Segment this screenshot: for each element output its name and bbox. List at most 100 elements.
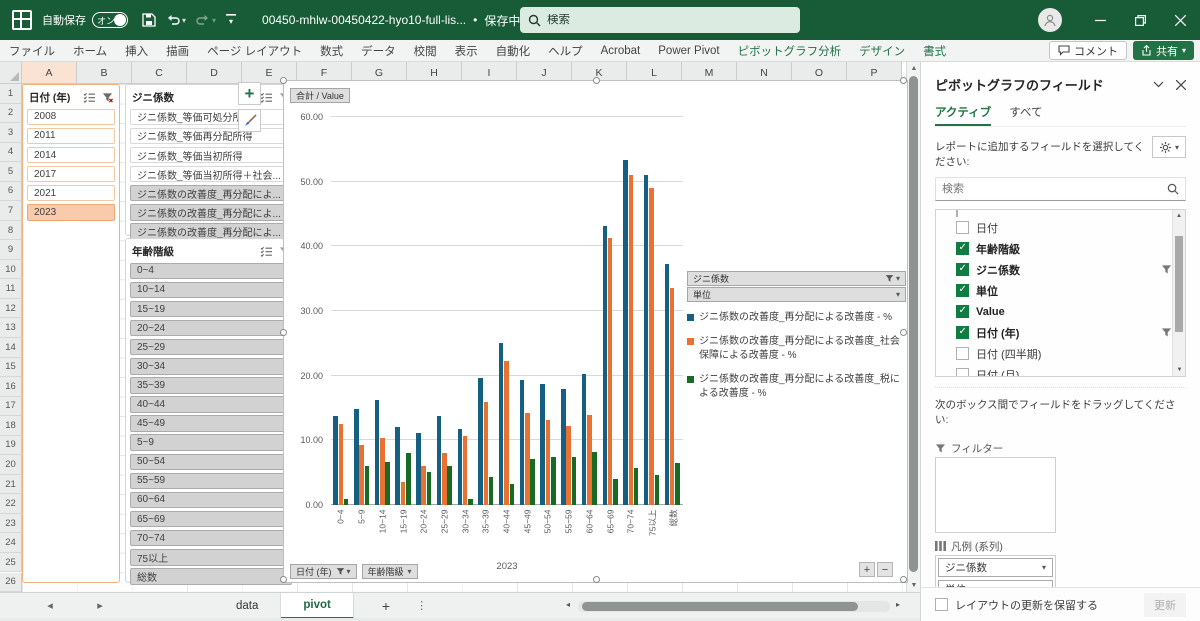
- row-header-18[interactable]: 18: [0, 416, 22, 436]
- chart-selection-handle[interactable]: [900, 576, 907, 583]
- excel-app-icon[interactable]: [12, 10, 32, 30]
- row-header-17[interactable]: 17: [0, 397, 22, 417]
- ribbon-tab-10[interactable]: ヘルプ: [539, 40, 592, 61]
- bar[interactable]: [629, 175, 634, 505]
- field-item[interactable]: Value: [942, 301, 1172, 322]
- row-header-13[interactable]: 13: [0, 318, 22, 338]
- tabbar-resize-handle[interactable]: ⋮: [416, 599, 428, 612]
- chart-selection-handle[interactable]: [593, 77, 600, 84]
- bar[interactable]: [504, 361, 509, 505]
- row-header-10[interactable]: 10: [0, 260, 22, 280]
- bar[interactable]: [359, 445, 364, 505]
- undo-button[interactable]: ▾: [166, 14, 186, 26]
- row-header-20[interactable]: 20: [0, 455, 22, 475]
- document-title[interactable]: 00450-mhlw-00450422-hyo10-full-lis... • …: [262, 12, 544, 29]
- bar[interactable]: [613, 479, 618, 506]
- row-header-14[interactable]: 14: [0, 338, 22, 358]
- chart-elements-button[interactable]: +: [238, 82, 261, 105]
- chart-selection-handle[interactable]: [280, 329, 287, 336]
- bar[interactable]: [561, 389, 566, 505]
- select-all-corner[interactable]: [0, 62, 22, 84]
- bar[interactable]: [380, 438, 385, 505]
- horizontal-scroll-thumb[interactable]: [582, 602, 858, 611]
- slicer-date[interactable]: 日付 (年)200820112014201720212023: [22, 84, 120, 583]
- field-item[interactable]: 日付 (年): [942, 322, 1172, 343]
- field-filter-icon[interactable]: [1161, 327, 1172, 338]
- ribbon-contextual-tab-0[interactable]: ピボットグラフ分析: [729, 40, 851, 61]
- bar[interactable]: [484, 402, 489, 505]
- slicer-item[interactable]: 15~19: [130, 301, 292, 318]
- row-header-8[interactable]: 8: [0, 221, 22, 241]
- slicer-item[interactable]: 35~39: [130, 377, 292, 394]
- bar[interactable]: [551, 457, 556, 505]
- autosave-toggle[interactable]: オン: [92, 12, 128, 28]
- sheet-nav-prev-icon[interactable]: ◂: [40, 599, 60, 612]
- column-header-D[interactable]: D: [187, 62, 242, 84]
- bar[interactable]: [603, 226, 608, 505]
- bar[interactable]: [447, 466, 452, 505]
- bar[interactable]: [670, 288, 675, 505]
- field-checkbox[interactable]: [956, 242, 969, 255]
- multi-select-icon[interactable]: [260, 92, 273, 103]
- bar[interactable]: [437, 416, 442, 505]
- bar[interactable]: [401, 482, 406, 505]
- row-header-25[interactable]: 25: [0, 553, 22, 573]
- bar[interactable]: [655, 475, 660, 505]
- chart-selection-handle[interactable]: [280, 576, 287, 583]
- chart-styles-button[interactable]: [238, 109, 261, 132]
- ribbon-tab-12[interactable]: Power Pivot: [649, 40, 728, 61]
- axis-field-button-0[interactable]: 日付 (年)▾: [290, 564, 357, 579]
- add-sheet-button[interactable]: +: [382, 598, 390, 614]
- bar[interactable]: [375, 400, 380, 505]
- bar[interactable]: [530, 459, 535, 505]
- customize-qat-icon[interactable]: ▾: [226, 14, 236, 26]
- scroll-up-icon[interactable]: ▲: [907, 62, 920, 75]
- field-item[interactable]: ジニ係数: [942, 259, 1172, 280]
- pivot-chart[interactable]: 合計 / Value 0.0010.0020.0030.0040.0050.00…: [283, 80, 908, 583]
- bar[interactable]: [416, 433, 421, 505]
- panel-close-icon[interactable]: [1176, 80, 1186, 90]
- slicer-gini[interactable]: ジニ係数ジニ係数_等価可処分所得ジニ係数_等価再分配所得ジニ係数_等価当初所得ジ…: [125, 84, 297, 236]
- bar[interactable]: [339, 424, 344, 506]
- field-checkbox[interactable]: [956, 326, 969, 339]
- bar[interactable]: [520, 380, 525, 506]
- slicer-item[interactable]: ジニ係数_等価当初所得＋社会...: [130, 166, 292, 183]
- slicer-item[interactable]: 2023: [27, 204, 115, 221]
- row-header-11[interactable]: 11: [0, 279, 22, 299]
- bar[interactable]: [344, 499, 349, 506]
- slicer-item[interactable]: 2021: [27, 185, 115, 202]
- chart-selection-handle[interactable]: [900, 77, 907, 84]
- bar[interactable]: [525, 413, 530, 506]
- row-header-19[interactable]: 19: [0, 436, 22, 456]
- row-header-16[interactable]: 16: [0, 377, 22, 397]
- redo-button[interactable]: ▾: [196, 14, 216, 26]
- slicer-item[interactable]: 25~29: [130, 339, 292, 356]
- row-header-23[interactable]: 23: [0, 514, 22, 534]
- ribbon-tab-2[interactable]: 挿入: [116, 40, 157, 61]
- slicer-item[interactable]: ジニ係数_等価再分配所得: [130, 128, 292, 145]
- bar[interactable]: [463, 436, 468, 505]
- ribbon-tab-4[interactable]: ページ レイアウト: [198, 40, 311, 61]
- slicer-item[interactable]: 70~74: [130, 530, 292, 547]
- slicer-item[interactable]: 60~64: [130, 492, 292, 509]
- slicer-item[interactable]: 55~59: [130, 473, 292, 490]
- area-field-item[interactable]: ジニ係数▾: [938, 558, 1053, 577]
- bar[interactable]: [385, 462, 390, 505]
- bar[interactable]: [365, 466, 370, 505]
- field-checkbox[interactable]: [956, 368, 969, 377]
- column-header-B[interactable]: B: [77, 62, 132, 84]
- field-item[interactable]: 日付: [942, 217, 1172, 238]
- panel-tab-1[interactable]: すべて: [1009, 104, 1042, 126]
- row-header-6[interactable]: 6: [0, 182, 22, 202]
- multi-select-icon[interactable]: [260, 246, 273, 257]
- hscroll-right-icon[interactable]: ▸: [896, 600, 900, 609]
- bar[interactable]: [458, 429, 463, 505]
- vertical-scrollbar[interactable]: ▲ ▼: [906, 62, 920, 592]
- bar[interactable]: [442, 453, 447, 505]
- ribbon-tab-3[interactable]: 描画: [157, 40, 198, 61]
- bar[interactable]: [582, 374, 587, 505]
- plot-area[interactable]: [331, 117, 683, 505]
- bar[interactable]: [421, 466, 426, 505]
- bar[interactable]: [675, 463, 680, 505]
- slicer-item[interactable]: 総数: [130, 568, 292, 585]
